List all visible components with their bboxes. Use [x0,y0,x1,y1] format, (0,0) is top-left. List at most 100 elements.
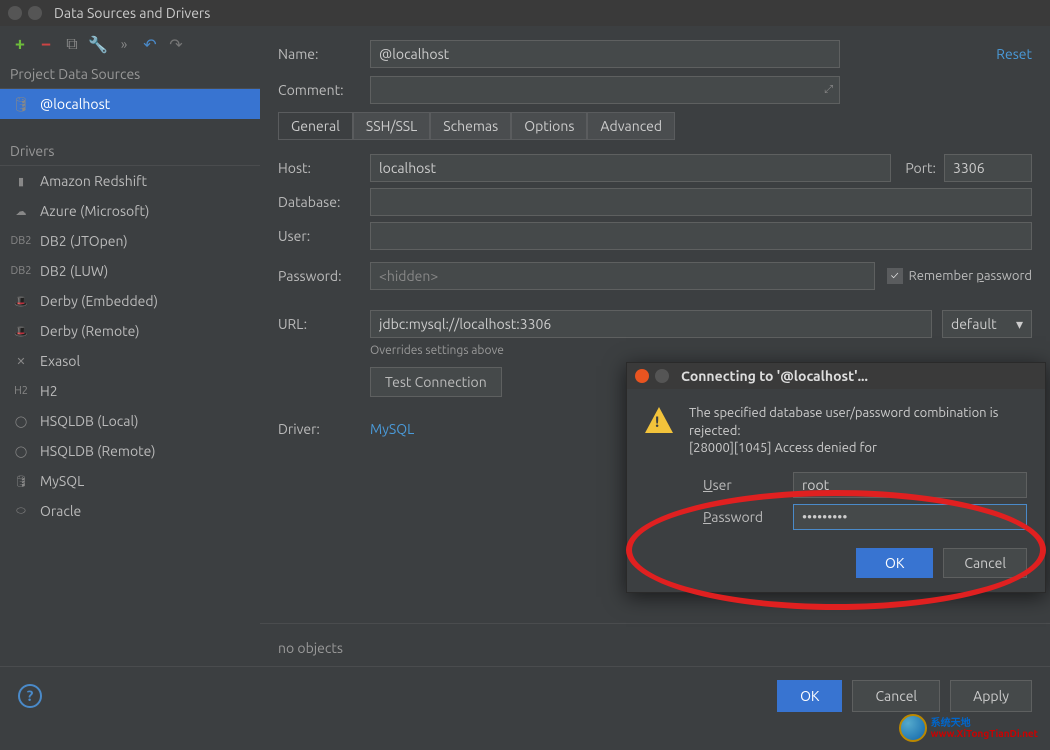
tabs: GeneralSSH/SSLSchemasOptionsAdvanced [278,112,1032,140]
name-input[interactable] [370,40,840,68]
dialog-title: Connecting to '@localhost'... [681,368,868,384]
window-close-icon[interactable] [8,6,22,20]
driver-icon: ◯ [12,442,30,460]
port-input[interactable] [944,154,1032,182]
host-label: Host: [278,160,370,176]
driver-item[interactable]: ▮ Amazon Redshift [0,166,260,196]
comment-input[interactable]: ⤢ [370,76,840,104]
watermark: 系统天地 www.XiTongTianDi.net [899,714,1038,742]
driver-label: Derby (Embedded) [40,293,158,309]
datasource-icon: 🛢 [12,95,30,113]
cancel-button[interactable]: Cancel [852,680,940,712]
driver-item[interactable]: DB2DB2 (LUW) [0,256,260,286]
dialog-user-label: User [703,477,793,493]
remove-icon[interactable]: − [38,36,54,52]
window-minimize-icon[interactable] [28,6,42,20]
driver-icon: ▮ [12,172,30,190]
bottom-bar: ? OK Cancel Apply 系统天地 www.XiTongTianDi.… [0,666,1050,724]
copy-icon[interactable]: ⧉ [64,36,80,52]
tab-options[interactable]: Options [511,112,587,140]
driver-icon: 🛢 [12,472,30,490]
driver-icon: ◯ [12,412,30,430]
driver-item[interactable]: ◯ HSQLDB (Local) [0,406,260,436]
driver-item[interactable]: 🎩 Derby (Remote) [0,316,260,346]
checkbox-checked-icon[interactable]: ✓ [887,268,903,284]
sidebar-toolbar: + − ⧉ 🔧 » ↶ ↷ [0,26,260,60]
tab-advanced[interactable]: Advanced [587,112,675,140]
url-mode-select[interactable]: default ▾ [942,310,1032,338]
driver-icon: 🎩 [12,292,30,310]
driver-label: MySQL [40,473,84,489]
connection-dialog: Connecting to '@localhost'... The specif… [626,362,1046,593]
section-project-label: Project Data Sources [0,60,260,89]
driver-icon: ☁ [12,202,30,220]
dialog-password-input[interactable] [793,504,1027,530]
database-input[interactable] [370,188,1032,216]
reset-link[interactable]: Reset [996,46,1032,62]
driver-link[interactable]: MySQL [370,421,414,437]
password-input[interactable] [370,262,875,290]
driver-icon: DB2 [12,232,30,250]
driver-item[interactable]: H2H2 [0,376,260,406]
expand-icon[interactable]: ⤢ [824,84,833,97]
driver-item[interactable]: ⬭ Oracle [0,496,260,526]
window-titlebar: Data Sources and Drivers [0,0,1050,26]
window-title: Data Sources and Drivers [54,5,210,21]
test-connection-button[interactable]: Test Connection [370,367,502,397]
datasource-label: @localhost [40,96,110,112]
add-icon[interactable]: + [12,36,28,52]
tab-schemas[interactable]: Schemas [430,112,511,140]
overrides-note: Overrides settings above [370,344,1032,357]
driver-item[interactable]: ◯ HSQLDB (Remote) [0,436,260,466]
apply-button[interactable]: Apply [950,680,1032,712]
driver-item[interactable]: 🛢 MySQL [0,466,260,496]
driver-item[interactable]: ✕Exasol [0,346,260,376]
driver-label: Amazon Redshift [40,173,147,189]
remember-password[interactable]: ✓ Remember password [887,268,1032,284]
redo-icon[interactable]: ↷ [168,36,184,52]
driver-label: HSQLDB (Remote) [40,443,156,459]
driver-icon: DB2 [12,262,30,280]
dialog-ok-button[interactable]: OK [856,548,933,578]
user-label: User: [278,228,370,244]
help-icon[interactable]: ? [18,684,42,708]
undo-icon[interactable]: ↶ [142,36,158,52]
driver-label: DB2 (JTOpen) [40,233,128,249]
dialog-titlebar: Connecting to '@localhost'... [627,363,1045,389]
dialog-min-icon[interactable] [655,369,669,383]
driver-label: HSQLDB (Local) [40,413,139,429]
driver-item[interactable]: DB2 DB2 (JTOpen) [0,226,260,256]
url-label: URL: [278,316,370,332]
error-text: The specified database user/password com… [689,405,1027,458]
driver-icon: 🎩 [12,322,30,340]
user-input[interactable] [370,222,1032,250]
dialog-close-icon[interactable] [635,369,649,383]
more-icon[interactable]: » [116,36,132,52]
driver-list: ▮Amazon Redshift☁Azure (Microsoft)DB2DB2… [0,166,260,526]
url-input[interactable] [370,310,932,338]
database-label: Database: [278,194,370,210]
chevron-down-icon: ▾ [1016,316,1023,333]
settings-icon[interactable]: 🔧 [90,36,106,52]
tab-sshssl[interactable]: SSH/SSL [353,112,430,140]
driver-label: H2 [40,383,58,399]
dialog-cancel-button[interactable]: Cancel [943,548,1027,578]
driver-item[interactable]: 🎩 Derby (Embedded) [0,286,260,316]
port-label: Port: [905,160,936,176]
comment-label: Comment: [278,82,370,98]
datasource-item[interactable]: 🛢 @localhost [0,89,260,119]
host-input[interactable] [370,154,891,182]
section-drivers-label: Drivers [0,137,260,166]
ok-button[interactable]: OK [777,680,842,712]
dialog-user-input[interactable] [793,472,1027,498]
tab-general[interactable]: General [278,112,353,140]
driver-label: Oracle [40,503,81,519]
remember-label: Remember password [909,269,1032,283]
driver-label: Driver: [278,421,370,437]
no-objects-label: no objects [278,640,343,656]
driver-icon: ⬭ [12,502,30,520]
dialog-password-label: Password [703,509,793,525]
driver-item[interactable]: ☁Azure (Microsoft) [0,196,260,226]
driver-label: Exasol [40,353,80,369]
driver-label: Derby (Remote) [40,323,140,339]
